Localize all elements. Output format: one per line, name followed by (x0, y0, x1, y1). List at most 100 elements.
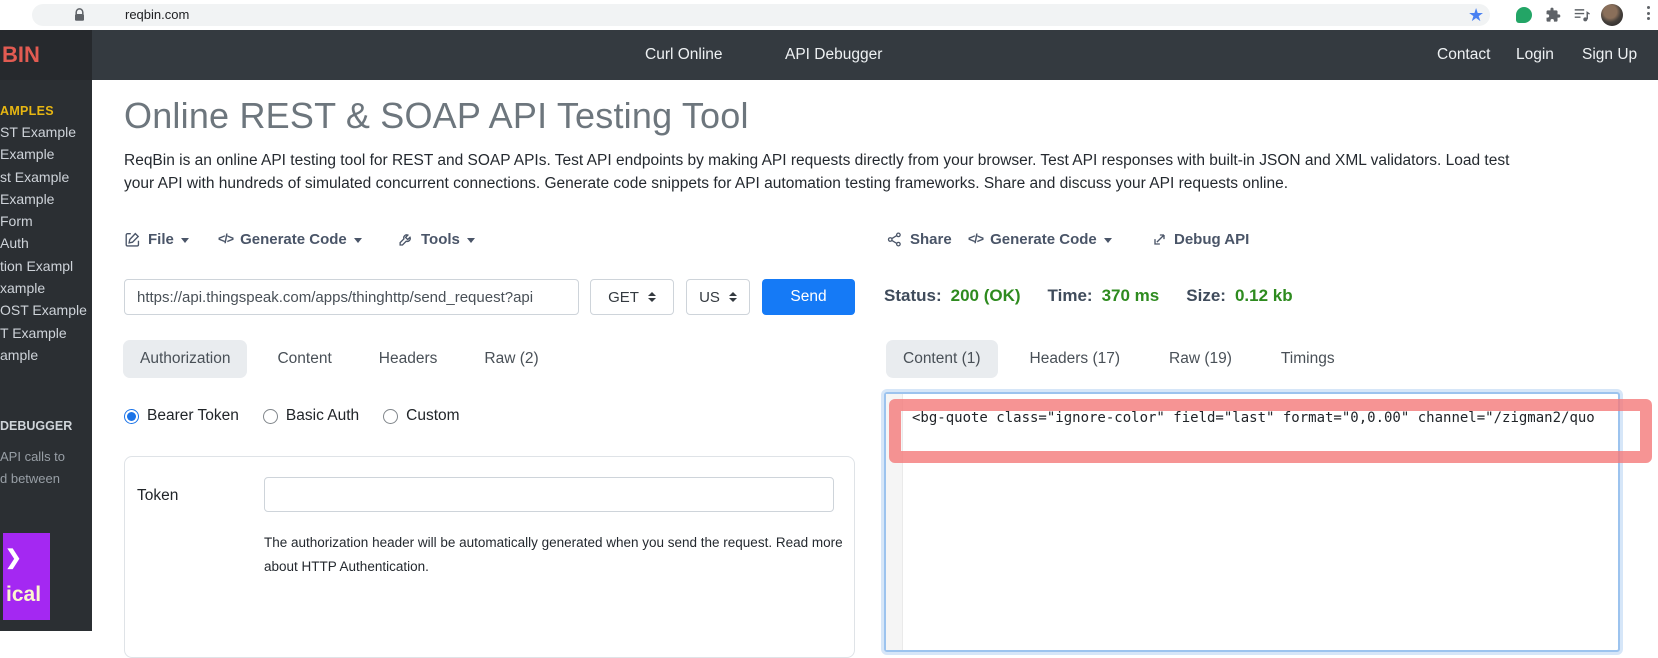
sidebar-item[interactable]: ample (0, 344, 92, 366)
size-label: Size: (1186, 286, 1226, 306)
chevron-down-icon (467, 238, 475, 243)
radio-label: Bearer Token (147, 407, 239, 425)
time-value: 370 ms (1102, 286, 1160, 306)
radio-basic-auth[interactable]: Basic Auth (263, 407, 359, 425)
page-description: ReqBin is an online API testing tool for… (124, 150, 1534, 195)
page-title: Online REST & SOAP API Testing Tool (124, 95, 749, 137)
code-icon: </> (218, 232, 233, 246)
code-icon: </> (968, 232, 983, 246)
region-value: US (699, 289, 720, 306)
tab-content[interactable]: Content (260, 340, 348, 378)
sidebar-item[interactable]: T Example (0, 322, 92, 344)
radio-label: Basic Auth (286, 407, 359, 425)
select-arrows-icon (729, 292, 737, 302)
url-text[interactable]: reqbin.com (125, 7, 189, 22)
size-value: 0.12 kb (1235, 286, 1293, 306)
auth-type-options: Bearer Token Basic Auth Custom (124, 406, 460, 426)
chevron-down-icon (354, 238, 362, 243)
sidebar-item[interactable]: tion Exampl (0, 255, 92, 277)
sidebar-item[interactable]: Example (0, 143, 92, 165)
request-tabs: Authorization Content Headers Raw (2) (123, 340, 556, 378)
file-menu-label: File (148, 231, 174, 248)
time-label: Time: (1048, 286, 1093, 306)
radio-selected-icon (124, 409, 139, 424)
select-arrows-icon (648, 292, 656, 302)
sidebar-item[interactable]: Auth (0, 232, 92, 254)
sidebar-debugger-header: DEBUGGER (0, 419, 72, 433)
debug-api-button[interactable]: Debug API (1152, 226, 1249, 252)
radio-label: Custom (406, 407, 459, 425)
nav-curl-online[interactable]: Curl Online (645, 30, 723, 80)
nav-signup[interactable]: Sign Up (1582, 30, 1637, 80)
wrench-icon (398, 231, 414, 247)
reqbin-logo[interactable]: BIN (0, 30, 92, 80)
browser-chrome: reqbin.com ★ (0, 0, 1658, 31)
tools-menu-label: Tools (421, 231, 460, 248)
response-status-row: Status: 200 (OK) Time: 370 ms Size: 0.12… (884, 286, 1293, 306)
tab-response-timings[interactable]: Timings (1264, 340, 1352, 378)
sidebar-debugger-text: d between (0, 471, 60, 486)
share-label: Share (910, 231, 952, 248)
debug-api-label: Debug API (1174, 231, 1249, 248)
lock-icon[interactable] (74, 8, 85, 22)
response-body-area[interactable]: <bg-quote class="ignore-color" field="la… (884, 392, 1620, 652)
tab-response-raw[interactable]: Raw (19) (1152, 340, 1249, 378)
nav-contact[interactable]: Contact (1437, 30, 1490, 80)
sidebar-item[interactable]: Example (0, 188, 92, 210)
request-url-input[interactable] (124, 279, 579, 315)
token-label: Token (137, 487, 178, 505)
method-value: GET (608, 289, 639, 306)
file-menu[interactable]: File (124, 226, 189, 252)
sidebar-item[interactable]: st Example (0, 166, 92, 188)
status-value: 200 (OK) (951, 286, 1021, 306)
sidebar-example-list: ST Example Example st Example Example Fo… (0, 121, 92, 366)
tab-authorization[interactable]: Authorization (123, 340, 247, 378)
tab-headers[interactable]: Headers (362, 340, 455, 378)
nav-api-debugger[interactable]: API Debugger (785, 30, 882, 80)
sidebar-item[interactable]: Form (0, 210, 92, 232)
response-gutter (886, 394, 903, 650)
method-select[interactable]: GET (590, 279, 674, 315)
region-select[interactable]: US (686, 279, 750, 315)
tab-response-content[interactable]: Content (1) (886, 340, 998, 378)
share-icon (886, 231, 903, 248)
tools-menu[interactable]: Tools (398, 226, 475, 252)
sidebar-item[interactable]: ST Example (0, 121, 92, 143)
radio-unselected-icon (383, 409, 398, 424)
tab-raw[interactable]: Raw (2) (467, 340, 555, 378)
chevron-down-icon (1104, 238, 1112, 243)
media-controls-icon[interactable] (1573, 7, 1591, 23)
tab-response-headers[interactable]: Headers (17) (1013, 340, 1137, 378)
generate-code-label: Generate Code (990, 231, 1097, 248)
chevron-down-icon (181, 238, 189, 243)
radio-custom[interactable]: Custom (383, 407, 459, 425)
address-bar[interactable] (32, 4, 1490, 26)
file-edit-icon (124, 231, 141, 248)
debug-arrow-icon (1152, 232, 1167, 247)
token-input[interactable] (264, 477, 834, 512)
sidebar-ad[interactable]: ❯ ical (3, 533, 50, 620)
status-label: Status: (884, 286, 942, 306)
response-generate-code-menu[interactable]: </> Generate Code (968, 226, 1112, 252)
response-body-text: <bg-quote class="ignore-color" field="la… (912, 410, 1614, 426)
ad-text: ical (6, 583, 41, 607)
send-button[interactable]: Send (762, 279, 855, 315)
extensions-puzzle-icon[interactable] (1545, 7, 1561, 23)
nav-login[interactable]: Login (1516, 30, 1554, 80)
token-help-text: The authorization header will be automat… (264, 535, 843, 550)
bookmark-star-icon[interactable]: ★ (1468, 2, 1484, 28)
browser-menu-icon[interactable] (1647, 6, 1650, 20)
token-help-text: about HTTP Authentication. (264, 559, 429, 574)
sidebar-item[interactable]: xample (0, 277, 92, 299)
sidebar-item[interactable]: OST Example (0, 299, 92, 321)
generate-code-label: Generate Code (240, 231, 347, 248)
response-tabs: Content (1) Headers (17) Raw (19) Timing… (886, 340, 1352, 378)
share-button[interactable]: Share (886, 226, 952, 252)
extension-green-icon[interactable] (1516, 7, 1532, 23)
radio-bearer-token[interactable]: Bearer Token (124, 407, 239, 425)
ad-chevron-icon: ❯ (5, 545, 22, 570)
generate-code-menu[interactable]: </> Generate Code (218, 226, 362, 252)
radio-unselected-icon (263, 409, 278, 424)
profile-avatar[interactable] (1601, 4, 1623, 26)
sidebar-debugger-text: API calls to (0, 449, 65, 464)
